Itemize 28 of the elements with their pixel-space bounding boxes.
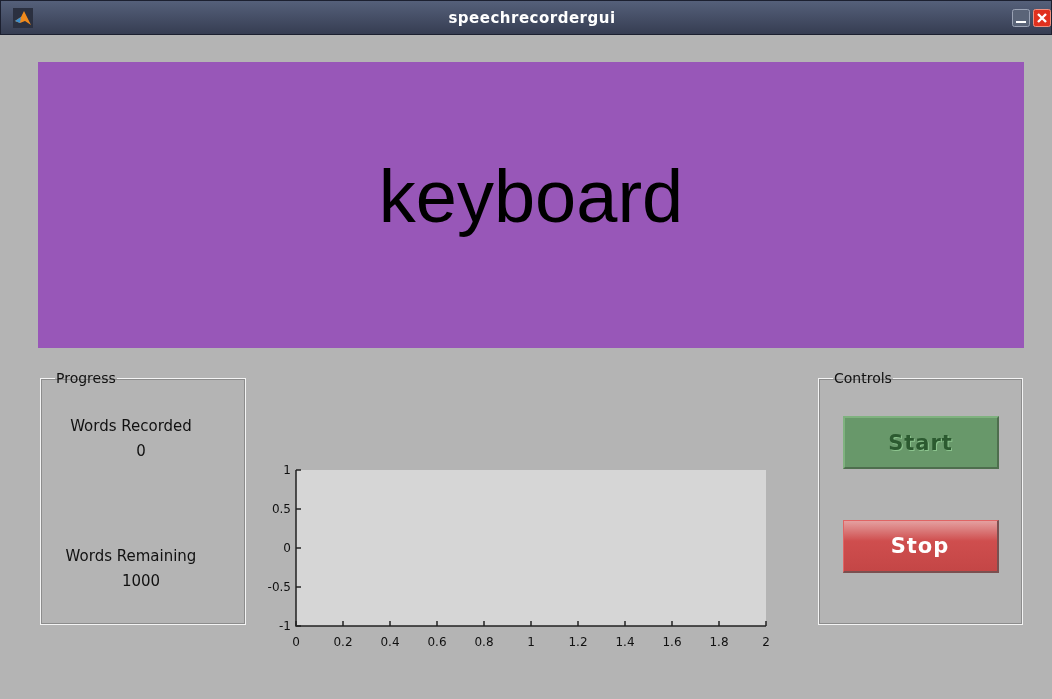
tick-label: 1.4 [615,635,635,649]
tick-label: -1 [279,619,291,633]
panel-title: Progress [55,371,117,385]
tick-label: 0 [292,635,300,649]
tick-label: 0.5 [271,502,291,516]
tick-label: 1 [527,635,535,649]
tick-label: 1.2 [568,635,588,649]
tick-label: 0 [283,541,291,555]
stop-button[interactable]: Stop [842,520,999,573]
window-title: speechrecordergui [448,8,616,27]
tick-label: 1.8 [709,635,729,649]
stat-value: 0 [136,442,146,460]
tick-label: 0.8 [474,635,494,649]
app-logo-icon[interactable] [13,7,33,28]
prompt-word: keyboard [378,153,684,239]
stat-label: Words Recorded [70,417,192,435]
tick-label: 1 [283,463,291,477]
minimize-icon[interactable] [1012,8,1030,27]
tick-label: -0.5 [267,580,291,594]
tick-label: 0.6 [427,635,447,649]
stat-value: 1000 [121,572,161,590]
stat-label: Words Remaining [65,547,197,565]
tick-label: 0.2 [333,635,353,649]
close-icon[interactable] [1033,8,1051,27]
panel-title: Controls [833,371,893,385]
tick-label: 2 [762,635,770,649]
tick-label: 0.4 [380,635,400,649]
tick-label: 1.6 [662,635,682,649]
